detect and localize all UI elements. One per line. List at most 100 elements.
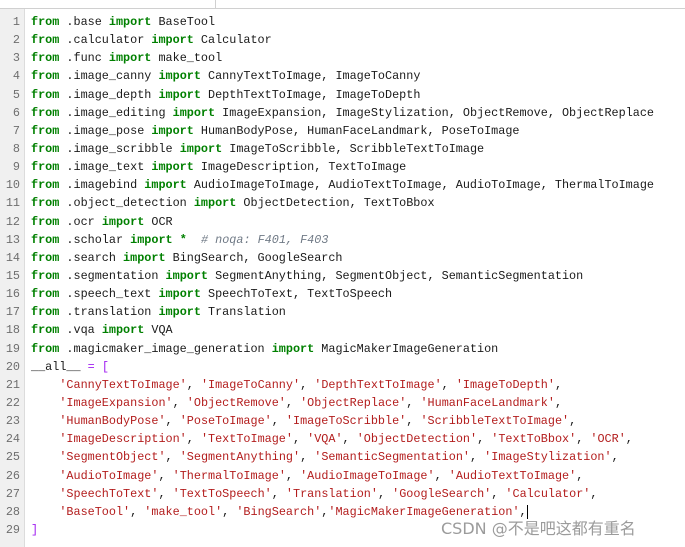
line-number: 21 <box>5 377 20 392</box>
code-text: , <box>292 432 308 447</box>
code-line[interactable]: 15 from .segmentation import SegmentAnyth… <box>0 267 685 285</box>
line-content: from .segmentation import SegmentAnythin… <box>31 267 583 285</box>
string-token: 'ThermalToImage' <box>172 468 286 483</box>
keyword-token: import <box>101 323 145 338</box>
string-token: 'HumanFaceLandmark' <box>420 395 555 410</box>
code-line[interactable]: 21 'CannyTextToImage', 'ImageToCanny', '… <box>0 376 685 394</box>
line-number: 14 <box>5 250 20 265</box>
code-editor[interactable]: 1 from .base import BaseTool 2 from .calcul… <box>0 13 685 539</box>
keyword-token: from <box>31 196 60 211</box>
code-line[interactable]: 1 from .base import BaseTool <box>0 13 685 31</box>
string-token: 'ImageExpansion' <box>59 395 173 410</box>
code-line[interactable]: 8 from .image_scribble import ImageToScri… <box>0 140 685 158</box>
code-line[interactable]: 2 from .calculator import Calculator <box>0 31 685 49</box>
code-text: .vqa <box>59 323 102 338</box>
string-token: 'BaseTool' <box>59 504 131 519</box>
string-token: 'GoogleSearch' <box>392 486 492 501</box>
code-text: , <box>469 450 485 465</box>
line-number: 25 <box>5 450 20 465</box>
line-content: 'SegmentObject', 'SegmentAnything', 'Sem… <box>31 448 618 466</box>
code-text: SegmentAnything, SegmentObject, Semantic… <box>208 268 584 283</box>
code-line[interactable]: 3 from .func import make_tool <box>0 49 685 67</box>
code-text: HumanBodyPose, HumanFaceLandmark, PoseTo… <box>193 123 520 138</box>
string-token: 'ImageToDepth' <box>455 377 555 392</box>
keyword-token: from <box>31 123 60 138</box>
code-text: .image_text <box>59 160 152 175</box>
code-line[interactable]: 7 from .image_pose import HumanBodyPose, … <box>0 122 685 140</box>
code-line[interactable]: 22 'ImageExpansion', 'ObjectRemove', 'Ob… <box>0 394 685 412</box>
code-text: , <box>172 395 187 410</box>
code-text: , <box>130 504 145 519</box>
code-line[interactable]: 10 from .imagebind import AudioImageToIma… <box>0 176 685 194</box>
code-text: , <box>165 414 180 429</box>
code-text: .magicmaker_image_generation <box>59 341 272 356</box>
code-text: , <box>441 377 456 392</box>
code-line[interactable]: 25 'SegmentObject', 'SegmentAnything', '… <box>0 448 685 466</box>
code-text: .image_editing <box>59 105 173 120</box>
code-text: OCR <box>144 214 173 229</box>
code-text: , <box>434 468 449 483</box>
code-line[interactable]: 5 from .image_depth import DepthTextToIma… <box>0 86 685 104</box>
code-line[interactable]: 16 from .speech_text import SpeechToText,… <box>0 285 685 303</box>
code-text: , <box>158 486 173 501</box>
code-text: DepthTextToImage, ImageToDepth <box>200 87 421 102</box>
code-line[interactable]: 6 from .image_editing import ImageExpansi… <box>0 104 685 122</box>
line-number: 3 <box>12 51 20 66</box>
string-token: 'make_tool' <box>144 504 223 519</box>
code-text: , <box>300 450 315 465</box>
code-line[interactable]: 27 'SpeechToText', 'TextToSpeech', 'Tran… <box>0 485 685 503</box>
code-text: , <box>285 468 301 483</box>
code-line[interactable]: 13 from .scholar import * # noqa: F401, F… <box>0 231 685 249</box>
code-line[interactable]: 20 __all__ = [ <box>0 358 685 376</box>
string-token: 'TextToSpeech' <box>172 486 272 501</box>
code-line[interactable]: 19 from .magicmaker_image_generation impo… <box>0 340 685 358</box>
code-line[interactable]: 14 from .search import BingSearch, Google… <box>0 249 685 267</box>
code-line[interactable]: 9 from .image_text import ImageDescriptio… <box>0 158 685 176</box>
code-line[interactable]: 4 from .image_canny import CannyTextToIma… <box>0 67 685 85</box>
keyword-token: from <box>31 268 60 283</box>
code-line[interactable]: 17 from .translation import Translation <box>0 303 685 321</box>
line-content: from .vqa import VQA <box>31 321 173 339</box>
code-line[interactable]: 18 from .vqa import VQA <box>0 321 685 339</box>
code-text: ImageExpansion, ImageStylization, Object… <box>215 105 655 120</box>
code-line[interactable]: 23 'HumanBodyPose', 'PoseToImage', 'Imag… <box>0 412 685 430</box>
code-text: ImageDescription, TextToImage <box>193 160 407 175</box>
operator-token: ] <box>31 522 39 537</box>
line-content: from .image_canny import CannyTextToImag… <box>31 67 420 85</box>
line-number: 16 <box>5 287 20 302</box>
line-number: 7 <box>12 123 20 138</box>
keyword-token: from <box>31 323 60 338</box>
string-token: 'CannyTextToImage' <box>59 377 187 392</box>
line-content: from .func import make_tool <box>31 49 222 67</box>
keyword-token: from <box>31 305 60 320</box>
string-token: 'SemanticSegmentation' <box>314 450 470 465</box>
line-content: from .calculator import Calculator <box>31 31 272 49</box>
code-text: .imagebind <box>59 178 145 193</box>
string-token: 'ImageToScribble' <box>285 414 407 429</box>
code-text: , <box>222 504 237 519</box>
code-line[interactable]: 26 'AudioToImage', 'ThermalToImage', 'Au… <box>0 467 685 485</box>
code-line[interactable]: 24 'ImageDescription', 'TextToImage', 'V… <box>0 430 685 448</box>
code-text: BaseTool <box>151 15 216 29</box>
string-token: 'ImageDescription' <box>59 432 187 447</box>
line-number: 4 <box>12 69 20 84</box>
line-content: 'HumanBodyPose', 'PoseToImage', 'ImageTo… <box>31 412 576 430</box>
code-line[interactable]: 12 from .ocr import OCR <box>0 213 685 231</box>
code-text: , <box>477 432 492 447</box>
code-text: Calculator <box>193 33 272 48</box>
code-text: .image_canny <box>59 69 159 84</box>
code-text: , <box>271 486 286 501</box>
line-number: 18 <box>5 323 20 338</box>
watermark: CSDN @不是吧这都有重名 <box>441 519 636 538</box>
keyword-token: from <box>31 287 60 302</box>
code-text: , <box>491 486 506 501</box>
keyword-token: from <box>31 214 60 229</box>
code-text: .speech_text <box>59 287 159 302</box>
code-line[interactable]: 11 from .object_detection import ObjectDe… <box>0 194 685 212</box>
keyword-token: from <box>31 250 60 265</box>
code-text: .translation <box>59 305 159 320</box>
code-text: , <box>554 377 563 392</box>
code-text: , <box>569 414 577 429</box>
